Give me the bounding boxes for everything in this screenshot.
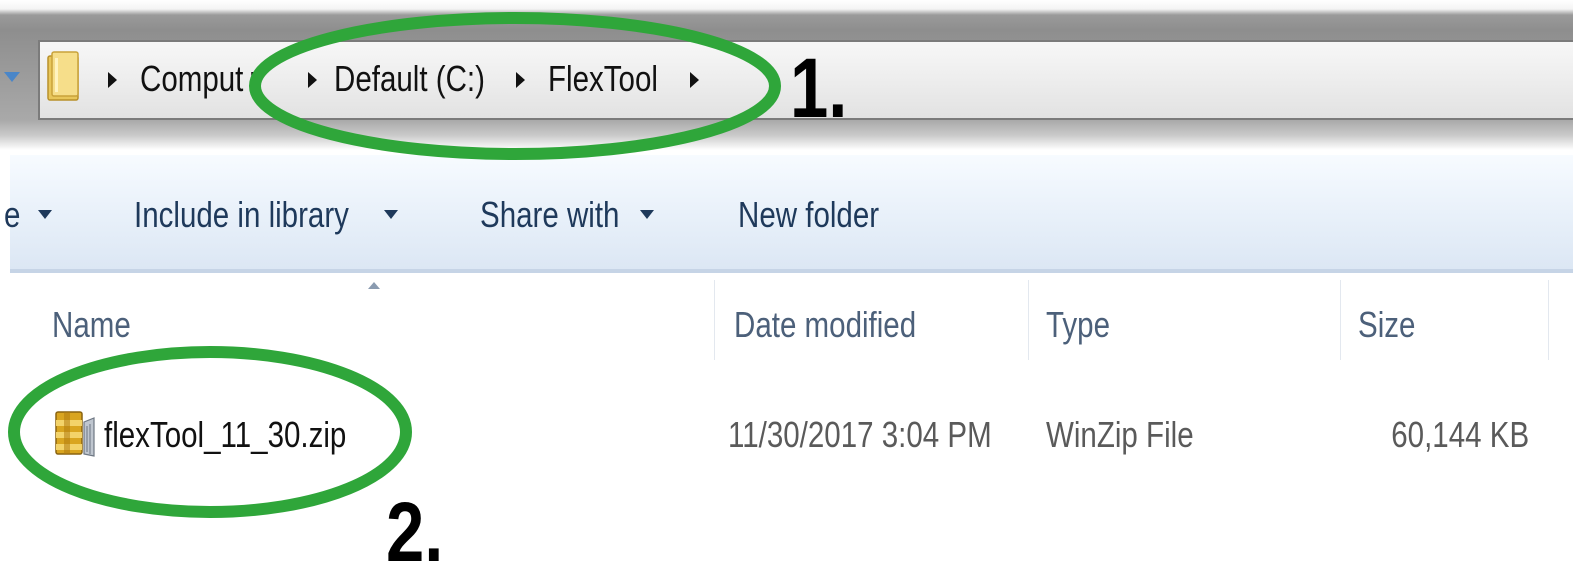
chevron-down-icon[interactable] (38, 210, 52, 219)
winzip-archive-icon[interactable] (54, 408, 98, 460)
file-date-modified: 11/30/2017 3:04 PM (728, 414, 992, 455)
sort-ascending-icon (368, 282, 380, 289)
folder-icon (47, 51, 79, 101)
file-name[interactable]: flexTool_11_30.zip (104, 408, 346, 462)
column-divider[interactable] (1548, 280, 1549, 360)
file-size: 60,144 KB (1391, 414, 1529, 455)
breadcrumb-separator-icon[interactable] (690, 72, 699, 88)
explorer-window: Comput r Default (C:) FlexTool e Include… (0, 0, 1573, 567)
annotation-step-1: 1. (790, 41, 848, 135)
column-header-date-modified[interactable]: Date modified (734, 298, 916, 352)
share-with-button[interactable]: Share with (480, 188, 619, 242)
include-in-library-button[interactable]: Include in library (134, 188, 349, 242)
column-divider[interactable] (1340, 280, 1341, 360)
breadcrumb-separator-icon[interactable] (308, 72, 317, 88)
file-type: WinZip File (1046, 414, 1194, 455)
toolbar-organize-button[interactable]: e (4, 188, 20, 242)
chevron-down-icon[interactable] (384, 210, 398, 219)
chevron-down-icon[interactable] (640, 210, 654, 219)
column-divider[interactable] (714, 280, 715, 360)
column-divider[interactable] (1028, 280, 1029, 360)
new-folder-button[interactable]: New folder (738, 188, 879, 242)
recent-locations-dropdown-icon[interactable] (4, 72, 20, 82)
annotation-step-2: 2. (386, 485, 444, 567)
column-header-name[interactable]: Name (52, 298, 131, 352)
breadcrumb-separator-icon[interactable] (108, 72, 117, 88)
breadcrumb-default-c[interactable]: Default (C:) (334, 52, 485, 106)
column-header-type[interactable]: Type (1046, 298, 1110, 352)
breadcrumb-separator-icon[interactable] (516, 72, 525, 88)
column-header-size[interactable]: Size (1358, 298, 1415, 352)
breadcrumb-computer[interactable]: Comput r (140, 52, 259, 106)
breadcrumb-flextool[interactable]: FlexTool (548, 52, 658, 106)
